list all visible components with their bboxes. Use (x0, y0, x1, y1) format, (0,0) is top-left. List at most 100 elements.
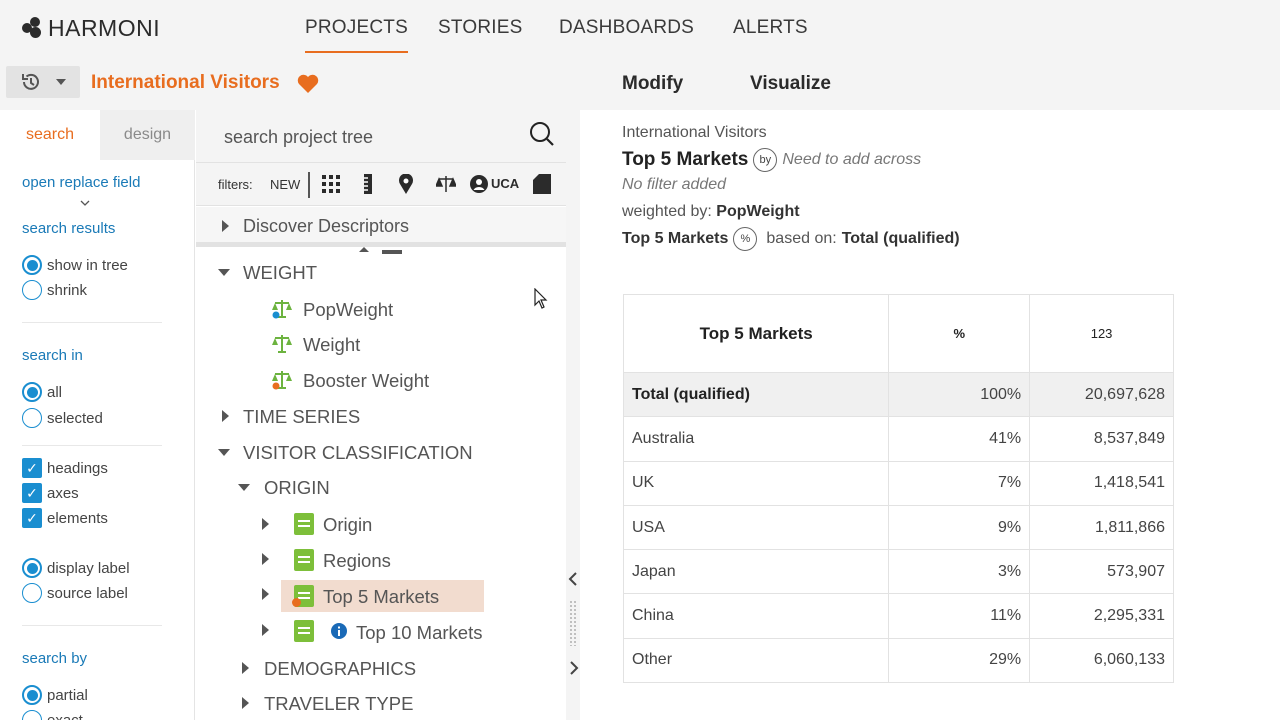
grid-icon[interactable] (322, 175, 340, 193)
expand-arrow-icon[interactable] (262, 518, 269, 530)
table-row[interactable]: USA 9% 1,811,866 (622, 504, 1174, 551)
nav-tab-dashboards[interactable]: DASHBOARDS (559, 17, 694, 39)
tree-item-booster-weight[interactable]: Booster Weight (303, 370, 429, 392)
radio-indicator[interactable] (22, 710, 42, 720)
weight-scale-icon (272, 300, 292, 319)
check-icon[interactable]: ✓ (22, 483, 42, 503)
tree-folder-traveler-type[interactable]: TRAVELER TYPE (264, 693, 413, 715)
table-row[interactable]: Other 29% 6,060,133 (622, 637, 1174, 684)
table-row[interactable]: Japan 3% 573,907 (622, 549, 1174, 595)
table-header-category[interactable]: Top 5 Markets (622, 294, 890, 373)
heart-icon[interactable] (297, 74, 319, 94)
table-row[interactable]: China 11% 2,295,331 (622, 593, 1174, 639)
open-replace-field-link[interactable]: open replace field (22, 174, 140, 191)
divider (22, 445, 162, 446)
checkbox-axes[interactable]: ✓ axes (22, 483, 79, 503)
checkbox-headings[interactable]: ✓ headings (22, 458, 108, 478)
radio-indicator[interactable] (22, 255, 42, 275)
collapse-arrow-icon[interactable] (218, 269, 230, 276)
filter-note: No filter added (622, 176, 727, 193)
tree-item-popweight[interactable]: PopWeight (303, 299, 393, 321)
radio-indicator[interactable] (22, 280, 42, 300)
info-icon[interactable] (331, 623, 347, 639)
nav-tab-stories[interactable]: STORIES (438, 17, 522, 39)
table-row[interactable]: UK 7% 1,418,541 (622, 460, 1174, 506)
tree-item-top-5-markets[interactable]: Top 5 Markets (323, 586, 439, 608)
radio-indicator[interactable] (22, 408, 42, 428)
tree-folder-visitor-classification[interactable]: VISITOR CLASSIFICATION (243, 442, 473, 464)
radio-source-label[interactable]: source label (22, 583, 128, 603)
chevron-right-icon[interactable] (569, 661, 579, 675)
radio-show-in-tree[interactable]: show in tree (22, 255, 128, 275)
expand-arrow-icon[interactable] (242, 697, 249, 709)
expand-arrow-icon[interactable] (222, 220, 229, 232)
row-percent: 11% (888, 593, 1031, 639)
nav-tab-alerts[interactable]: ALERTS (733, 17, 808, 39)
chevron-down-icon[interactable] (80, 200, 90, 206)
discover-descriptors-row[interactable]: Discover Descriptors (196, 207, 566, 247)
user-icon[interactable] (470, 175, 488, 193)
expand-arrow-icon[interactable] (262, 624, 269, 636)
radio-shrink[interactable]: shrink (22, 280, 87, 300)
tab-visualize[interactable]: Visualize (750, 73, 831, 95)
radio-display-label[interactable]: display label (22, 558, 130, 578)
check-icon[interactable]: ✓ (22, 458, 42, 478)
table-row[interactable]: Australia 41% 8,537,849 (622, 416, 1174, 462)
tab-design[interactable]: design (100, 110, 195, 160)
expand-arrow-icon[interactable] (222, 410, 229, 422)
check-icon[interactable]: ✓ (22, 508, 42, 528)
tree-folder-origin[interactable]: ORIGIN (264, 477, 330, 499)
chevron-left-icon[interactable] (568, 572, 578, 586)
percent-badge-icon[interactable]: % (733, 227, 758, 251)
radio-selected[interactable]: selected (22, 408, 103, 428)
radio-indicator[interactable] (22, 685, 42, 705)
row-count: 1,811,866 (1029, 504, 1174, 551)
filter-new-button[interactable]: NEW (270, 177, 300, 192)
scale-icon[interactable] (436, 175, 456, 193)
radio-label: exact (47, 711, 83, 720)
tag-icon[interactable] (533, 174, 551, 194)
checkbox-elements[interactable]: ✓ elements (22, 508, 108, 528)
radio-indicator[interactable] (22, 558, 42, 578)
ruler-icon[interactable] (364, 174, 372, 194)
radio-indicator[interactable] (22, 382, 42, 402)
tab-modify[interactable]: Modify (622, 73, 683, 95)
expand-arrow-icon[interactable] (242, 662, 249, 674)
filter-uca-button[interactable]: UCA (491, 176, 519, 191)
collapse-arrow-icon[interactable] (238, 484, 250, 491)
radio-exact[interactable]: exact (22, 710, 83, 720)
tree-folder-weight[interactable]: WEIGHT (243, 262, 317, 284)
tree-item-weight[interactable]: Weight (303, 334, 360, 356)
project-bar: International Visitors (0, 56, 566, 110)
by-badge-icon[interactable]: by (753, 148, 778, 172)
resize-handle-bar[interactable] (382, 250, 402, 254)
app-logo[interactable]: HARMONI (22, 14, 160, 42)
tree-folder-demographics[interactable]: DEMOGRAPHICS (264, 658, 416, 680)
search-icon[interactable] (528, 120, 556, 148)
radio-indicator[interactable] (22, 583, 42, 603)
collapse-arrow-icon[interactable] (218, 449, 230, 456)
tree-item-regions[interactable]: Regions (323, 550, 391, 572)
drag-handle[interactable] (569, 600, 577, 646)
tree-search-input[interactable]: search project tree (224, 127, 373, 148)
expand-arrow-icon[interactable] (262, 588, 269, 600)
tree-folder-time-series[interactable]: TIME SERIES (243, 406, 360, 428)
tree-item-origin[interactable]: Origin (323, 514, 372, 536)
tab-search[interactable]: search (0, 110, 100, 160)
history-dropdown-button[interactable] (6, 66, 80, 98)
table-header-count[interactable]: 123 (1029, 294, 1174, 373)
row-count: 1,418,541 (1029, 460, 1174, 506)
expand-arrow-icon[interactable] (262, 553, 269, 565)
table-row[interactable]: Total (qualified) 100% 20,697,628 (622, 371, 1174, 418)
tree-item-top-10-markets[interactable]: Top 10 Markets (356, 622, 482, 644)
radio-all[interactable]: all (22, 382, 62, 402)
row-label: Other (622, 637, 890, 684)
radio-partial[interactable]: partial (22, 685, 88, 705)
resize-handle-icon[interactable] (359, 247, 369, 252)
panel-splitter[interactable] (566, 56, 580, 720)
table-header-percent[interactable]: % (888, 294, 1031, 373)
row-label: USA (622, 504, 890, 551)
nav-tab-projects[interactable]: PROJECTS (305, 17, 408, 53)
pin-icon[interactable] (398, 174, 414, 194)
filters-label: filters: (218, 177, 253, 192)
